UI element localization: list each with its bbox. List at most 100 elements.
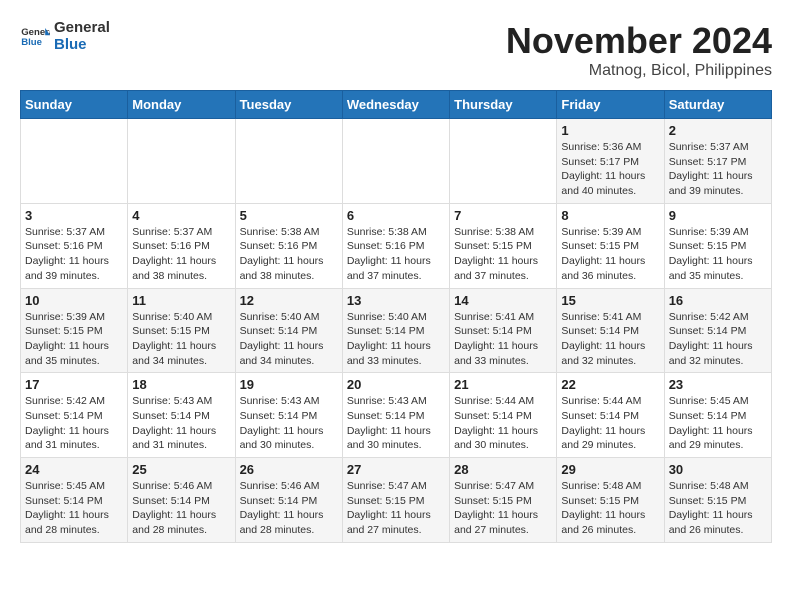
day-number: 14 <box>454 293 552 308</box>
calendar-cell: 16 Sunrise: 5:42 AM Sunset: 5:14 PM Dayli… <box>664 288 771 373</box>
day-number: 10 <box>25 293 123 308</box>
calendar-table: SundayMondayTuesdayWednesdayThursdayFrid… <box>20 90 772 543</box>
cell-info: Sunrise: 5:48 AM Sunset: 5:15 PM Dayligh… <box>561 479 659 538</box>
weekday-header-saturday: Saturday <box>664 91 771 119</box>
title-area: November 2024 Matnog, Bicol, Philippines <box>506 20 772 80</box>
calendar-cell: 30 Sunrise: 5:48 AM Sunset: 5:15 PM Dayli… <box>664 458 771 543</box>
cell-info: Sunrise: 5:46 AM Sunset: 5:14 PM Dayligh… <box>240 479 338 538</box>
cell-info: Sunrise: 5:41 AM Sunset: 5:14 PM Dayligh… <box>454 310 552 369</box>
calendar-cell: 10 Sunrise: 5:39 AM Sunset: 5:15 PM Dayli… <box>21 288 128 373</box>
calendar-cell: 11Sunrise: 5:40 AM Sunset: 5:15 PM Dayli… <box>128 288 235 373</box>
cell-info: Sunrise: 5:37 AM Sunset: 5:17 PM Dayligh… <box>669 140 767 199</box>
day-number: 29 <box>561 462 659 477</box>
day-number: 30 <box>669 462 767 477</box>
calendar-week-5: 24Sunrise: 5:45 AM Sunset: 5:14 PM Dayli… <box>21 458 772 543</box>
calendar-cell <box>21 119 128 204</box>
header: General Blue General Blue November 2024 … <box>20 20 772 80</box>
cell-info: Sunrise: 5:37 AM Sunset: 5:16 PM Dayligh… <box>25 225 123 284</box>
calendar-cell: 2 Sunrise: 5:37 AM Sunset: 5:17 PM Daylig… <box>664 119 771 204</box>
calendar-cell: 20 Sunrise: 5:43 AM Sunset: 5:14 PM Dayli… <box>342 373 449 458</box>
calendar-cell: 1 Sunrise: 5:36 AM Sunset: 5:17 PM Daylig… <box>557 119 664 204</box>
day-number: 17 <box>25 377 123 392</box>
day-number: 16 <box>669 293 767 308</box>
calendar-cell: 15 Sunrise: 5:41 AM Sunset: 5:14 PM Dayli… <box>557 288 664 373</box>
weekday-header-friday: Friday <box>557 91 664 119</box>
day-number: 5 <box>240 208 338 223</box>
day-number: 19 <box>240 377 338 392</box>
cell-info: Sunrise: 5:36 AM Sunset: 5:17 PM Dayligh… <box>561 140 659 199</box>
day-number: 4 <box>132 208 230 223</box>
calendar-week-3: 10 Sunrise: 5:39 AM Sunset: 5:15 PM Dayli… <box>21 288 772 373</box>
cell-info: Sunrise: 5:42 AM Sunset: 5:14 PM Dayligh… <box>669 310 767 369</box>
logo: General Blue General Blue <box>20 20 110 53</box>
cell-info: Sunrise: 5:40 AM Sunset: 5:14 PM Dayligh… <box>240 310 338 369</box>
day-number: 21 <box>454 377 552 392</box>
cell-info: Sunrise: 5:39 AM Sunset: 5:15 PM Dayligh… <box>561 225 659 284</box>
cell-info: Sunrise: 5:43 AM Sunset: 5:14 PM Dayligh… <box>240 394 338 453</box>
cell-info: Sunrise: 5:47 AM Sunset: 5:15 PM Dayligh… <box>347 479 445 538</box>
calendar-cell: 26 Sunrise: 5:46 AM Sunset: 5:14 PM Dayli… <box>235 458 342 543</box>
calendar-cell: 28 Sunrise: 5:47 AM Sunset: 5:15 PM Dayli… <box>450 458 557 543</box>
calendar-cell: 17Sunrise: 5:42 AM Sunset: 5:14 PM Dayli… <box>21 373 128 458</box>
weekday-row: SundayMondayTuesdayWednesdayThursdayFrid… <box>21 91 772 119</box>
cell-info: Sunrise: 5:44 AM Sunset: 5:14 PM Dayligh… <box>454 394 552 453</box>
cell-info: Sunrise: 5:48 AM Sunset: 5:15 PM Dayligh… <box>669 479 767 538</box>
cell-info: Sunrise: 5:46 AM Sunset: 5:14 PM Dayligh… <box>132 479 230 538</box>
day-number: 25 <box>132 462 230 477</box>
calendar-cell: 7Sunrise: 5:38 AM Sunset: 5:15 PM Daylig… <box>450 203 557 288</box>
calendar-cell <box>235 119 342 204</box>
month-year: November 2024 <box>506 20 772 62</box>
calendar-week-4: 17Sunrise: 5:42 AM Sunset: 5:14 PM Dayli… <box>21 373 772 458</box>
location: Matnog, Bicol, Philippines <box>506 62 772 80</box>
svg-text:Blue: Blue <box>21 36 42 47</box>
cell-info: Sunrise: 5:43 AM Sunset: 5:14 PM Dayligh… <box>347 394 445 453</box>
calendar-cell: 22Sunrise: 5:44 AM Sunset: 5:14 PM Dayli… <box>557 373 664 458</box>
cell-info: Sunrise: 5:38 AM Sunset: 5:16 PM Dayligh… <box>347 225 445 284</box>
calendar-cell <box>342 119 449 204</box>
cell-info: Sunrise: 5:41 AM Sunset: 5:14 PM Dayligh… <box>561 310 659 369</box>
cell-info: Sunrise: 5:40 AM Sunset: 5:14 PM Dayligh… <box>347 310 445 369</box>
logo-icon: General Blue <box>20 22 50 52</box>
calendar-cell: 5Sunrise: 5:38 AM Sunset: 5:16 PM Daylig… <box>235 203 342 288</box>
day-number: 27 <box>347 462 445 477</box>
calendar-cell: 29 Sunrise: 5:48 AM Sunset: 5:15 PM Dayli… <box>557 458 664 543</box>
calendar-week-1: 1 Sunrise: 5:36 AM Sunset: 5:17 PM Daylig… <box>21 119 772 204</box>
day-number: 13 <box>347 293 445 308</box>
day-number: 15 <box>561 293 659 308</box>
cell-info: Sunrise: 5:45 AM Sunset: 5:14 PM Dayligh… <box>25 479 123 538</box>
calendar-cell: 12 Sunrise: 5:40 AM Sunset: 5:14 PM Dayli… <box>235 288 342 373</box>
cell-info: Sunrise: 5:43 AM Sunset: 5:14 PM Dayligh… <box>132 394 230 453</box>
day-number: 26 <box>240 462 338 477</box>
weekday-header-wednesday: Wednesday <box>342 91 449 119</box>
day-number: 1 <box>561 123 659 138</box>
calendar-cell: 9Sunrise: 5:39 AM Sunset: 5:15 PM Daylig… <box>664 203 771 288</box>
calendar-cell: 18 Sunrise: 5:43 AM Sunset: 5:14 PM Dayli… <box>128 373 235 458</box>
cell-info: Sunrise: 5:47 AM Sunset: 5:15 PM Dayligh… <box>454 479 552 538</box>
calendar-cell: 24Sunrise: 5:45 AM Sunset: 5:14 PM Dayli… <box>21 458 128 543</box>
day-number: 18 <box>132 377 230 392</box>
weekday-header-tuesday: Tuesday <box>235 91 342 119</box>
calendar-body: 1 Sunrise: 5:36 AM Sunset: 5:17 PM Daylig… <box>21 119 772 543</box>
weekday-header-sunday: Sunday <box>21 91 128 119</box>
day-number: 11 <box>132 293 230 308</box>
day-number: 23 <box>669 377 767 392</box>
calendar-cell: 19 Sunrise: 5:43 AM Sunset: 5:14 PM Dayli… <box>235 373 342 458</box>
calendar-cell: 25 Sunrise: 5:46 AM Sunset: 5:14 PM Dayli… <box>128 458 235 543</box>
cell-info: Sunrise: 5:39 AM Sunset: 5:15 PM Dayligh… <box>25 310 123 369</box>
calendar-cell: 27 Sunrise: 5:47 AM Sunset: 5:15 PM Dayli… <box>342 458 449 543</box>
day-number: 9 <box>669 208 767 223</box>
calendar-cell: 6Sunrise: 5:38 AM Sunset: 5:16 PM Daylig… <box>342 203 449 288</box>
calendar-cell: 23Sunrise: 5:45 AM Sunset: 5:14 PM Dayli… <box>664 373 771 458</box>
day-number: 2 <box>669 123 767 138</box>
day-number: 3 <box>25 208 123 223</box>
day-number: 8 <box>561 208 659 223</box>
calendar-cell: 21 Sunrise: 5:44 AM Sunset: 5:14 PM Dayli… <box>450 373 557 458</box>
day-number: 20 <box>347 377 445 392</box>
day-number: 12 <box>240 293 338 308</box>
calendar-week-2: 3 Sunrise: 5:37 AM Sunset: 5:16 PM Daylig… <box>21 203 772 288</box>
cell-info: Sunrise: 5:44 AM Sunset: 5:14 PM Dayligh… <box>561 394 659 453</box>
calendar-cell: 3 Sunrise: 5:37 AM Sunset: 5:16 PM Daylig… <box>21 203 128 288</box>
day-number: 28 <box>454 462 552 477</box>
calendar-cell <box>450 119 557 204</box>
calendar-cell: 8 Sunrise: 5:39 AM Sunset: 5:15 PM Daylig… <box>557 203 664 288</box>
